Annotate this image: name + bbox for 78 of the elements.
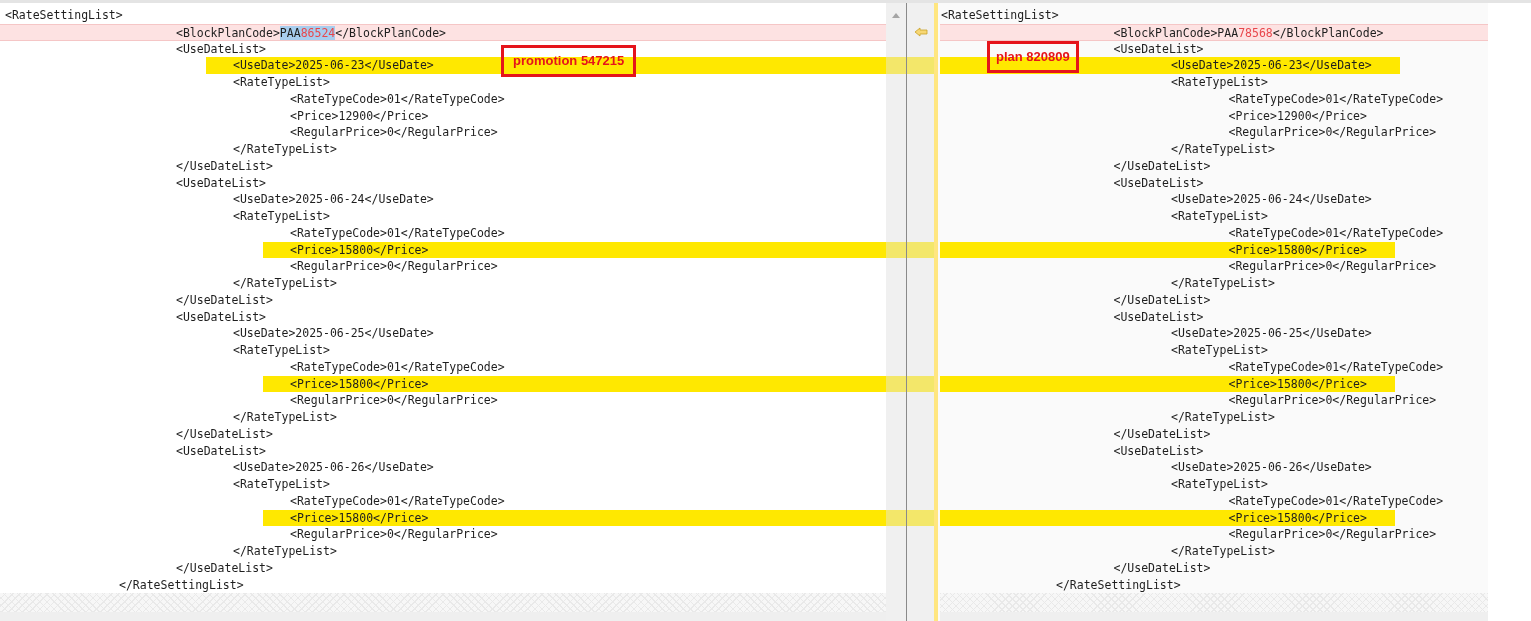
- code-line: <RateTypeCode>01</RateTypeCode>: [289, 224, 506, 242]
- code-line: </UseDateList>: [175, 425, 274, 443]
- code-line: <UseDate>2025-06-26</UseDate>: [1171, 459, 1372, 476]
- highlight-band: [907, 57, 934, 74]
- code-line: <Price>15800</Price>: [1228, 375, 1367, 393]
- code-line: <UseDateList>: [175, 442, 267, 460]
- code-line: <RateTypeCode>01</RateTypeCode>: [289, 492, 506, 510]
- highlight-band: [907, 241, 934, 259]
- code-line: </RateTypeList>: [232, 543, 338, 560]
- highlight-band: [907, 509, 934, 527]
- code-line: </UseDateList>: [1113, 291, 1211, 309]
- code-line: <RegularPrice>0</RegularPrice>: [289, 392, 499, 409]
- code-line: </RateTypeList>: [232, 275, 338, 292]
- code-line: <BlockPlanCode>PAA86524</BlockPlanCode>: [175, 24, 448, 40]
- highlight-band: [907, 375, 934, 393]
- code-line: </RateTypeList>: [232, 409, 338, 426]
- code-line: <RateTypeList>: [1171, 208, 1268, 225]
- code-line: <RegularPrice>0</RegularPrice>: [1228, 258, 1437, 275]
- code-line: </RateSettingList>: [1056, 576, 1181, 594]
- code-line: <UseDateList>: [1113, 174, 1204, 192]
- code-line: <Price>12900</Price>: [289, 107, 430, 125]
- code-line: </UseDateList>: [175, 291, 274, 309]
- code-line: <RateTypeList>: [232, 342, 331, 359]
- code-line: <BlockPlanCode>PAA78568</BlockPlanCode>: [1113, 24, 1384, 40]
- code-line: <RegularPrice>0</RegularPrice>: [1228, 392, 1437, 409]
- code-line: </RateTypeList>: [1171, 409, 1275, 426]
- highlight-band: [886, 509, 906, 527]
- code-line: <UseDate>2025-06-25</UseDate>: [1171, 325, 1372, 342]
- code-line: </UseDateList>: [1113, 559, 1211, 577]
- code-line: </RateTypeList>: [1171, 275, 1275, 292]
- code-line: <RateTypeList>: [1171, 342, 1268, 359]
- left-arrow-icon[interactable]: [913, 27, 928, 38]
- code-line: <UseDateList>: [1113, 442, 1204, 460]
- code-line: <RegularPrice>0</RegularPrice>: [289, 526, 499, 543]
- code-line: <RegularPrice>0</RegularPrice>: [289, 258, 499, 275]
- code-line: <RateTypeList>: [1171, 476, 1268, 493]
- code-line: <RateTypeCode>01</RateTypeCode>: [1228, 358, 1444, 376]
- code-line: <UseDateList>: [1113, 308, 1204, 326]
- code-line: <Price>15800</Price>: [1228, 509, 1367, 527]
- code-line: <UseDateList>: [175, 308, 267, 326]
- code-line: <RateTypeCode>01</RateTypeCode>: [1228, 224, 1444, 242]
- code-line: <RateTypeCode>01</RateTypeCode>: [1228, 492, 1444, 510]
- code-line: </UseDateList>: [175, 559, 274, 577]
- code-line: <UseDate>2025-06-25</UseDate>: [232, 325, 435, 342]
- code-line: <Price>15800</Price>: [1228, 241, 1367, 259]
- code-line: </RateSettingList>: [118, 576, 245, 594]
- highlight-band: [886, 241, 906, 259]
- code-line: </RateTypeList>: [1171, 141, 1275, 158]
- code-line: <RateTypeList>: [1171, 74, 1268, 91]
- code-line: <RegularPrice>0</RegularPrice>: [1228, 124, 1437, 141]
- code-line: </RateTypeList>: [232, 141, 338, 158]
- code-line: <RateTypeCode>01</RateTypeCode>: [1228, 90, 1444, 108]
- annotation-label: promotion 547215: [501, 45, 637, 77]
- code-line: <RateTypeCode>01</RateTypeCode>: [289, 358, 506, 376]
- code-line: <RateTypeList>: [232, 476, 331, 493]
- code-line: </UseDateList>: [175, 157, 274, 175]
- code-line: <RateTypeCode>01</RateTypeCode>: [289, 90, 506, 108]
- code-line: <RegularPrice>0</RegularPrice>: [289, 124, 499, 141]
- code-line: <UseDate>2025-06-26</UseDate>: [232, 459, 435, 476]
- code-line: <UseDate>2025-06-24</UseDate>: [232, 191, 435, 208]
- code-line: <UseDateList>: [1113, 40, 1204, 58]
- code-line: </UseDateList>: [1113, 157, 1211, 175]
- highlight-band: [886, 375, 906, 393]
- code-line: <RateTypeList>: [232, 208, 331, 225]
- code-line: <UseDate>2025-06-23</UseDate>: [1171, 57, 1372, 74]
- scroll-up-icon[interactable]: [892, 12, 900, 18]
- code-line: <UseDateList>: [175, 40, 267, 58]
- code-line: <RateSettingList>: [4, 7, 124, 24]
- code-line: <UseDate>2025-06-24</UseDate>: [1171, 191, 1372, 208]
- code-line: </RateTypeList>: [1171, 543, 1275, 560]
- code-line: <UseDateList>: [175, 174, 267, 192]
- annotation-label: plan 820809: [987, 41, 1079, 73]
- code-line: <RateSettingList>: [941, 7, 1059, 24]
- code-line: <RegularPrice>0</RegularPrice>: [1228, 526, 1437, 543]
- code-line: <RateTypeList>: [232, 74, 331, 91]
- code-line: <Price>12900</Price>: [1228, 107, 1367, 125]
- code-line: </UseDateList>: [1113, 425, 1211, 443]
- highlight-band: [886, 57, 906, 74]
